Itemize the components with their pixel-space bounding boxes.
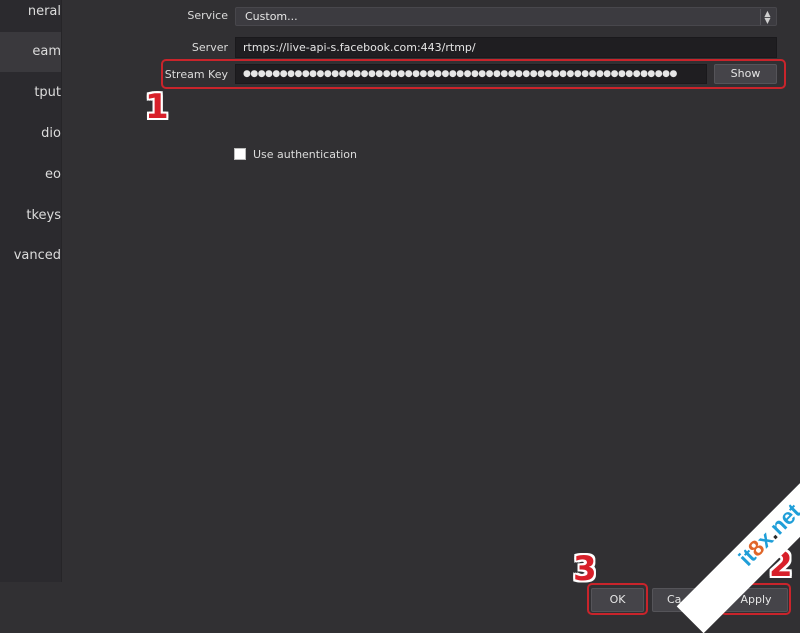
sidebar-item-label: vanced — [13, 248, 61, 263]
server-label: Server — [191, 41, 228, 54]
chevron-updown-icon: ▲ ▼ — [760, 9, 774, 25]
sidebar-item-hotkeys[interactable]: tkeys — [0, 196, 61, 236]
sidebar-item-label: eam — [32, 44, 61, 59]
sidebar-item-video[interactable]: eo — [0, 155, 61, 195]
service-label: Service — [187, 9, 228, 22]
step-1-marker: 1 — [145, 87, 169, 127]
sidebar-item-output[interactable]: tput — [0, 73, 61, 113]
sidebar-item-stream[interactable]: eam — [0, 32, 61, 72]
sidebar-item-label: tkeys — [26, 208, 61, 223]
use-authentication-checkbox[interactable] — [234, 148, 246, 160]
stream-key-highlight — [161, 59, 786, 89]
sidebar-item-label: eo — [45, 167, 61, 182]
use-authentication-label: Use authentication — [253, 148, 358, 161]
server-input[interactable]: rtmps://live-api-s.facebook.com:443/rtmp… — [235, 37, 777, 58]
sidebar-item-label: dio — [41, 126, 61, 141]
sidebar-item-advanced[interactable]: vanced — [0, 236, 61, 276]
step-3-marker: 3 — [573, 549, 597, 589]
settings-sidebar: neral eam tput dio eo tkeys vanced — [0, 0, 62, 582]
sidebar-item-label: tput — [34, 85, 61, 100]
sidebar-item-general[interactable]: neral — [0, 0, 61, 32]
service-select[interactable]: Custom... ▲ ▼ — [235, 7, 777, 26]
sidebar-item-label: neral — [27, 4, 61, 19]
sidebar-item-audio[interactable]: dio — [0, 114, 61, 154]
service-value: Custom... — [245, 10, 298, 23]
